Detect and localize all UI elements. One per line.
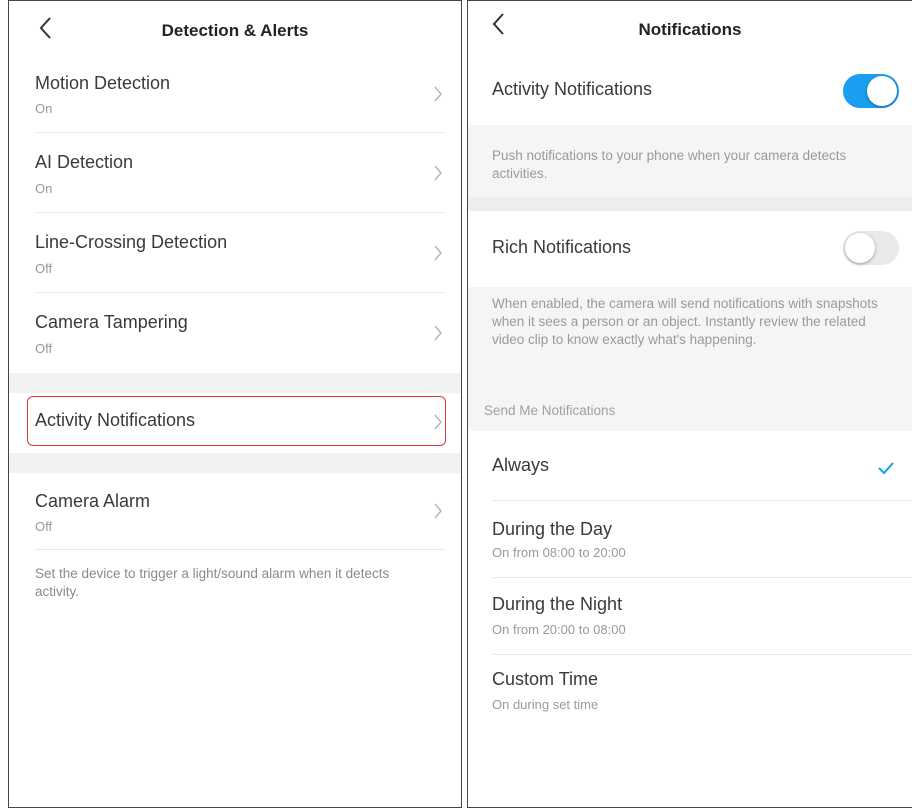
chevron-right-icon bbox=[434, 325, 442, 341]
checkmark-icon bbox=[878, 462, 894, 475]
detection-alerts-screen: Detection & Alerts Motion Detection On A… bbox=[8, 0, 462, 808]
chevron-right-icon bbox=[434, 165, 442, 181]
section-gap bbox=[9, 453, 461, 473]
option-label: Custom Time bbox=[492, 669, 599, 689]
motion-detection-item[interactable]: Motion Detection On bbox=[9, 61, 461, 133]
item-label: Camera Alarm bbox=[35, 491, 151, 511]
item-status: Off bbox=[35, 519, 53, 534]
highlight-box bbox=[27, 396, 446, 446]
item-status: Off bbox=[35, 341, 53, 356]
header: Notifications bbox=[468, 1, 912, 57]
activity-notifications-row: Activity Notifications bbox=[468, 57, 912, 125]
ai-detection-item[interactable]: AI Detection On bbox=[9, 133, 461, 213]
item-status: Off bbox=[35, 261, 53, 276]
activity-notifications-label: Activity Notifications bbox=[492, 79, 653, 99]
rich-notifications-toggle[interactable] bbox=[843, 231, 899, 265]
option-label: Always bbox=[492, 455, 550, 475]
option-during-the-day[interactable]: During the Day On from 08:00 to 20:00 bbox=[468, 501, 912, 577]
item-label: Camera Tampering bbox=[35, 312, 188, 332]
item-label: Line-Crossing Detection bbox=[35, 232, 228, 252]
option-schedule: On during set time bbox=[492, 697, 599, 712]
item-status: On bbox=[35, 101, 53, 116]
page-title: Notifications bbox=[638, 20, 742, 39]
option-label: During the Night bbox=[492, 594, 623, 614]
option-schedule: On from 08:00 to 20:00 bbox=[492, 545, 626, 560]
option-custom-time[interactable]: Custom Time On during set time bbox=[468, 655, 912, 731]
section-gap bbox=[9, 373, 461, 393]
chevron-right-icon bbox=[434, 245, 442, 261]
option-during-the-night[interactable]: During the Night On from 20:00 to 08:00 bbox=[468, 578, 912, 654]
chevron-right-icon bbox=[434, 503, 442, 519]
page-title: Detection & Alerts bbox=[161, 21, 309, 40]
rich-notifications-description: When enabled, the camera will send notif… bbox=[492, 296, 878, 347]
camera-alarm-description: Set the device to trigger a light/sound … bbox=[35, 566, 390, 599]
header: Detection & Alerts bbox=[9, 1, 461, 61]
item-status: On bbox=[35, 181, 53, 196]
option-schedule: On from 20:00 to 08:00 bbox=[492, 622, 626, 637]
rich-notifications-row: Rich Notifications bbox=[468, 211, 912, 287]
section-gap bbox=[468, 197, 912, 211]
activity-notifications-description: Push notifications to your phone when yo… bbox=[492, 148, 847, 181]
rich-notifications-label: Rich Notifications bbox=[492, 237, 632, 257]
item-label: AI Detection bbox=[35, 152, 134, 172]
option-always[interactable]: Always bbox=[468, 431, 912, 501]
activity-notifications-toggle[interactable] bbox=[843, 74, 899, 108]
divider bbox=[35, 549, 445, 550]
item-label: Motion Detection bbox=[35, 73, 171, 93]
option-label: During the Day bbox=[492, 519, 613, 539]
notifications-screen: Notifications Activity Notifications Pus… bbox=[467, 0, 912, 808]
send-me-notifications-header: Send Me Notifications bbox=[484, 403, 616, 418]
camera-tampering-item[interactable]: Camera Tampering Off bbox=[9, 293, 461, 373]
line-crossing-detection-item[interactable]: Line-Crossing Detection Off bbox=[9, 213, 461, 293]
camera-alarm-item[interactable]: Camera Alarm Off bbox=[9, 473, 461, 549]
chevron-right-icon bbox=[434, 86, 442, 102]
